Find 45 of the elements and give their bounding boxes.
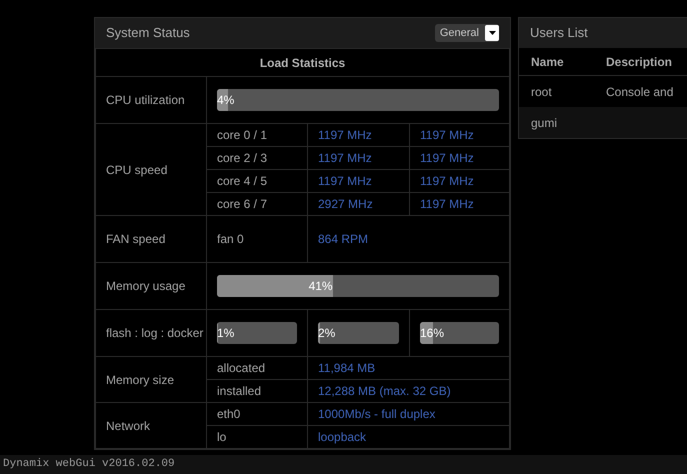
core-speed: 1197 MHz — [420, 174, 474, 188]
progress-label: 4% — [217, 94, 234, 106]
fan-label: fan 0 — [217, 232, 244, 246]
user-description: Console and — [606, 84, 674, 98]
panel-title: Users List — [530, 24, 588, 42]
row-label: Memory usage — [106, 279, 186, 293]
fan-speed: 864 RPM — [318, 232, 368, 246]
row-label: CPU utilization — [106, 93, 185, 107]
row-label: Network — [106, 418, 150, 432]
section-title: Load Statistics — [260, 56, 346, 70]
progress-label: 2% — [318, 327, 336, 339]
row-label: Memory size — [106, 372, 174, 386]
panel-title: System Status — [106, 24, 190, 42]
core-speed: 1197 MHz — [318, 174, 372, 188]
item-label: lo — [217, 430, 226, 444]
core-speed: 1197 MHz — [420, 128, 474, 142]
item-label: allocated — [217, 361, 266, 375]
core-label: core 0 / 1 — [217, 128, 268, 142]
item-label: installed — [217, 384, 262, 398]
core-speed: 2927 MHz — [318, 197, 373, 211]
core-label: core 4 / 5 — [217, 174, 268, 188]
item-label: eth0 — [217, 407, 240, 421]
user-name: gumi — [531, 116, 558, 130]
column-header: Description — [606, 54, 672, 68]
row-label: flash : log : docker — [106, 326, 204, 340]
caret-icon — [488, 31, 496, 35]
progress-label: 1% — [217, 327, 234, 339]
progress-label: 16% — [420, 327, 444, 339]
core-speed: 1197 MHz — [318, 128, 372, 142]
item-value: 1000Mb/s - full duplex — [318, 407, 436, 421]
core-speed: 1197 MHz — [420, 197, 474, 211]
view-dropdown[interactable]: General — [434, 24, 499, 42]
core-label: core 6 / 7 — [217, 197, 268, 211]
item-value: 11,984 MB — [318, 361, 376, 375]
item-value: loopback — [318, 430, 366, 444]
progress-label: 41% — [308, 280, 333, 292]
column-header: Name — [531, 54, 564, 68]
row-label: CPU speed — [106, 162, 168, 176]
item-value: 12,288 MB (max. 32 GB) — [318, 384, 451, 398]
version-text: Dynamix webGui v2016.02.09 — [3, 457, 175, 472]
core-label: core 2 / 3 — [217, 151, 268, 165]
user-name: root — [531, 84, 552, 98]
core-speed: 1197 MHz — [318, 151, 372, 165]
core-speed: 1197 MHz — [420, 151, 474, 165]
row-label: FAN speed — [106, 232, 166, 246]
